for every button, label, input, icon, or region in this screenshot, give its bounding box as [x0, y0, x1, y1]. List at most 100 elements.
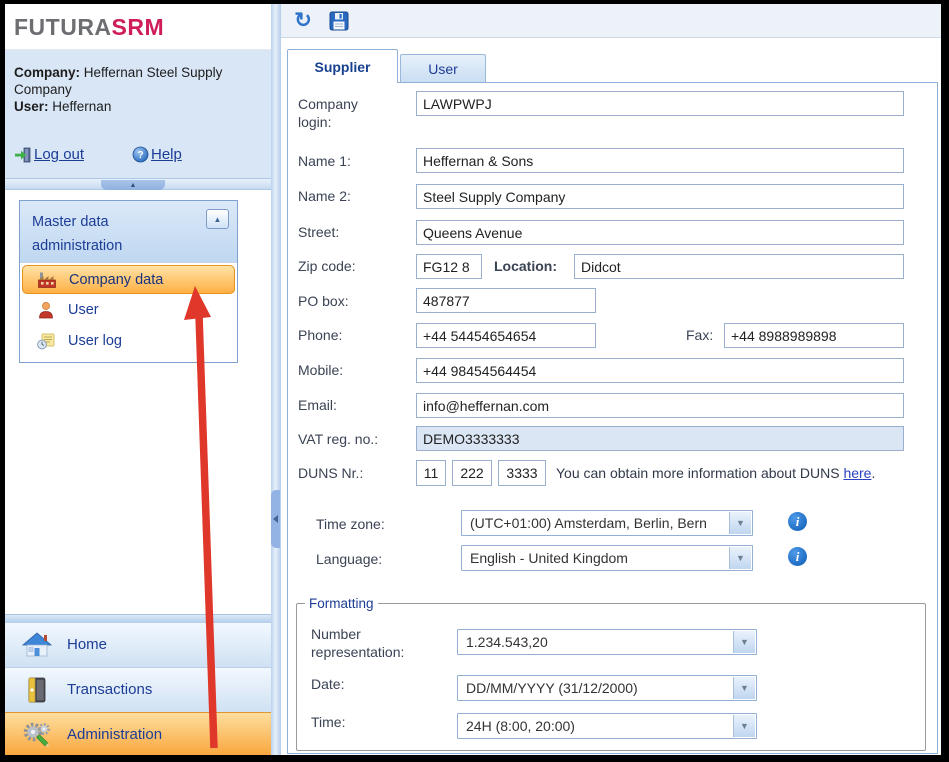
nav-item-administration[interactable]: Administration — [5, 712, 271, 755]
time-format-select[interactable]: 24H (8:00, 20:00) ▼ — [457, 713, 757, 739]
nav-item-transactions[interactable]: Transactions — [5, 667, 271, 712]
pobox-input[interactable] — [416, 288, 596, 313]
transactions-icon — [21, 676, 53, 704]
nav-item-label: Transactions — [67, 681, 152, 698]
logout-link[interactable]: Log out — [14, 146, 84, 163]
zip-input[interactable] — [416, 254, 482, 279]
duns-part3-input[interactable] — [498, 460, 546, 486]
fax-input[interactable] — [724, 323, 904, 348]
dropdown-arrow-icon[interactable]: ▼ — [733, 631, 755, 653]
name1-input[interactable] — [416, 148, 904, 173]
dropdown-arrow-icon[interactable]: ▼ — [733, 677, 755, 699]
language-info-icon[interactable]: i — [788, 547, 807, 566]
session-info: Company: Heffernan Steel Supply Company … — [14, 64, 260, 115]
street-label: Street: — [298, 223, 339, 241]
duns-help-sentence: You can obtain more information about DU… — [556, 465, 843, 481]
number-representation-select[interactable]: 1.234.543,20 ▼ — [457, 629, 757, 655]
tab-label: Supplier — [314, 59, 370, 75]
email-label: Email: — [298, 396, 337, 414]
dropdown-arrow-icon[interactable]: ▼ — [729, 512, 751, 534]
menu-item-label: User log — [68, 333, 122, 349]
collapse-left-icon — [273, 515, 278, 523]
help-icon: ? — [132, 146, 149, 163]
date-format-value: DD/MM/YYYY (31/12/2000) — [458, 676, 730, 700]
nav-item-label: Administration — [67, 726, 162, 743]
dropdown-arrow-icon[interactable]: ▼ — [733, 715, 755, 737]
duns-part2-input[interactable] — [452, 460, 492, 486]
user-value: Heffernan — [52, 99, 111, 114]
duns-label: DUNS Nr.: — [298, 464, 363, 482]
nav-item-home[interactable]: Home — [5, 622, 271, 667]
info-glyph: i — [796, 514, 800, 530]
refresh-icon: ↻ — [294, 11, 312, 31]
app-window: FUTURASRM Company: Heffernan Steel Suppl… — [0, 0, 949, 762]
splitter-collapse-up-handle[interactable]: ▲ — [101, 180, 165, 190]
horizontal-splitter[interactable]: ▲ — [5, 178, 271, 190]
location-input[interactable] — [574, 254, 904, 279]
vat-label: VAT reg. no.: — [298, 430, 378, 448]
date-format-label: Date: — [311, 675, 344, 693]
language-select[interactable]: English - United Kingdom ▼ — [461, 545, 753, 571]
phone-input[interactable] — [416, 323, 596, 348]
help-label: Help — [151, 146, 182, 163]
logout-icon — [14, 147, 32, 163]
zip-label: Zip code: — [298, 257, 356, 275]
menu-title-line2: administration — [32, 234, 192, 258]
location-label: Location: — [494, 257, 557, 275]
sidebar: FUTURASRM Company: Heffernan Steel Suppl… — [5, 4, 271, 755]
brand-primary: FUTURA — [14, 14, 112, 40]
administration-icon — [21, 721, 53, 749]
vat-input[interactable] — [416, 426, 904, 451]
timezone-info-icon[interactable]: i — [788, 512, 807, 531]
menu-item-user[interactable]: User — [20, 294, 237, 325]
name2-input[interactable] — [416, 184, 904, 209]
user-label: User: — [14, 99, 49, 114]
formatting-legend: Formatting — [305, 596, 378, 611]
brand-logo: FUTURASRM — [14, 14, 164, 41]
info-glyph: i — [796, 549, 800, 565]
phone-label: Phone: — [298, 326, 342, 344]
time-format-value: 24H (8:00, 20:00) — [458, 714, 730, 738]
menu-item-label: Company data — [69, 272, 163, 288]
dropdown-arrow-icon[interactable]: ▼ — [729, 547, 751, 569]
date-format-select[interactable]: DD/MM/YYYY (31/12/2000) ▼ — [457, 675, 757, 701]
email-input[interactable] — [416, 393, 904, 418]
collapse-up-icon: ▲ — [214, 215, 222, 224]
language-label: Language: — [316, 550, 382, 568]
vertical-splitter[interactable] — [271, 4, 281, 755]
duns-here-link[interactable]: here — [843, 465, 871, 481]
timezone-value: (UTC+01:00) Amsterdam, Berlin, Bern — [462, 511, 726, 535]
logout-label: Log out — [34, 146, 84, 163]
help-link[interactable]: ? Help — [132, 146, 182, 163]
menu-collapse-button[interactable]: ▲ — [206, 209, 229, 229]
company-login-input[interactable] — [416, 91, 904, 116]
menu-item-user-log[interactable]: User log — [20, 325, 237, 356]
logo-area: FUTURASRM — [5, 4, 271, 50]
formatting-fieldset: Formatting Number representation: 1.234.… — [296, 596, 926, 751]
name2-label: Name 2: — [298, 187, 351, 205]
user-log-icon — [36, 332, 56, 350]
name1-label: Name 1: — [298, 152, 351, 170]
session-links: Log out ? Help — [14, 146, 260, 168]
duns-part1-input[interactable] — [416, 460, 446, 486]
duns-help-text: You can obtain more information about DU… — [556, 465, 875, 481]
menu-item-company-data[interactable]: Company data — [22, 265, 235, 294]
home-icon — [21, 631, 53, 659]
refresh-button[interactable]: ↻ — [291, 9, 315, 33]
nav-splitter[interactable] — [5, 614, 271, 622]
mobile-input[interactable] — [416, 358, 904, 383]
toolbar: ↻ — [281, 4, 941, 38]
street-input[interactable] — [416, 220, 904, 245]
tab-user[interactable]: User — [400, 54, 486, 83]
tab-supplier[interactable]: Supplier — [287, 49, 398, 83]
duns-suffix: . — [871, 465, 875, 481]
mobile-label: Mobile: — [298, 361, 343, 379]
fax-label: Fax: — [686, 326, 713, 344]
number-representation-label: Number representation: — [311, 625, 431, 661]
factory-icon — [37, 271, 57, 289]
menu-item-label: User — [68, 302, 99, 318]
number-representation-value: 1.234.543,20 — [458, 630, 730, 654]
save-button[interactable] — [327, 9, 351, 33]
timezone-select[interactable]: (UTC+01:00) Amsterdam, Berlin, Bern ▼ — [461, 510, 753, 536]
splitter-collapse-left-handle[interactable] — [271, 490, 280, 548]
